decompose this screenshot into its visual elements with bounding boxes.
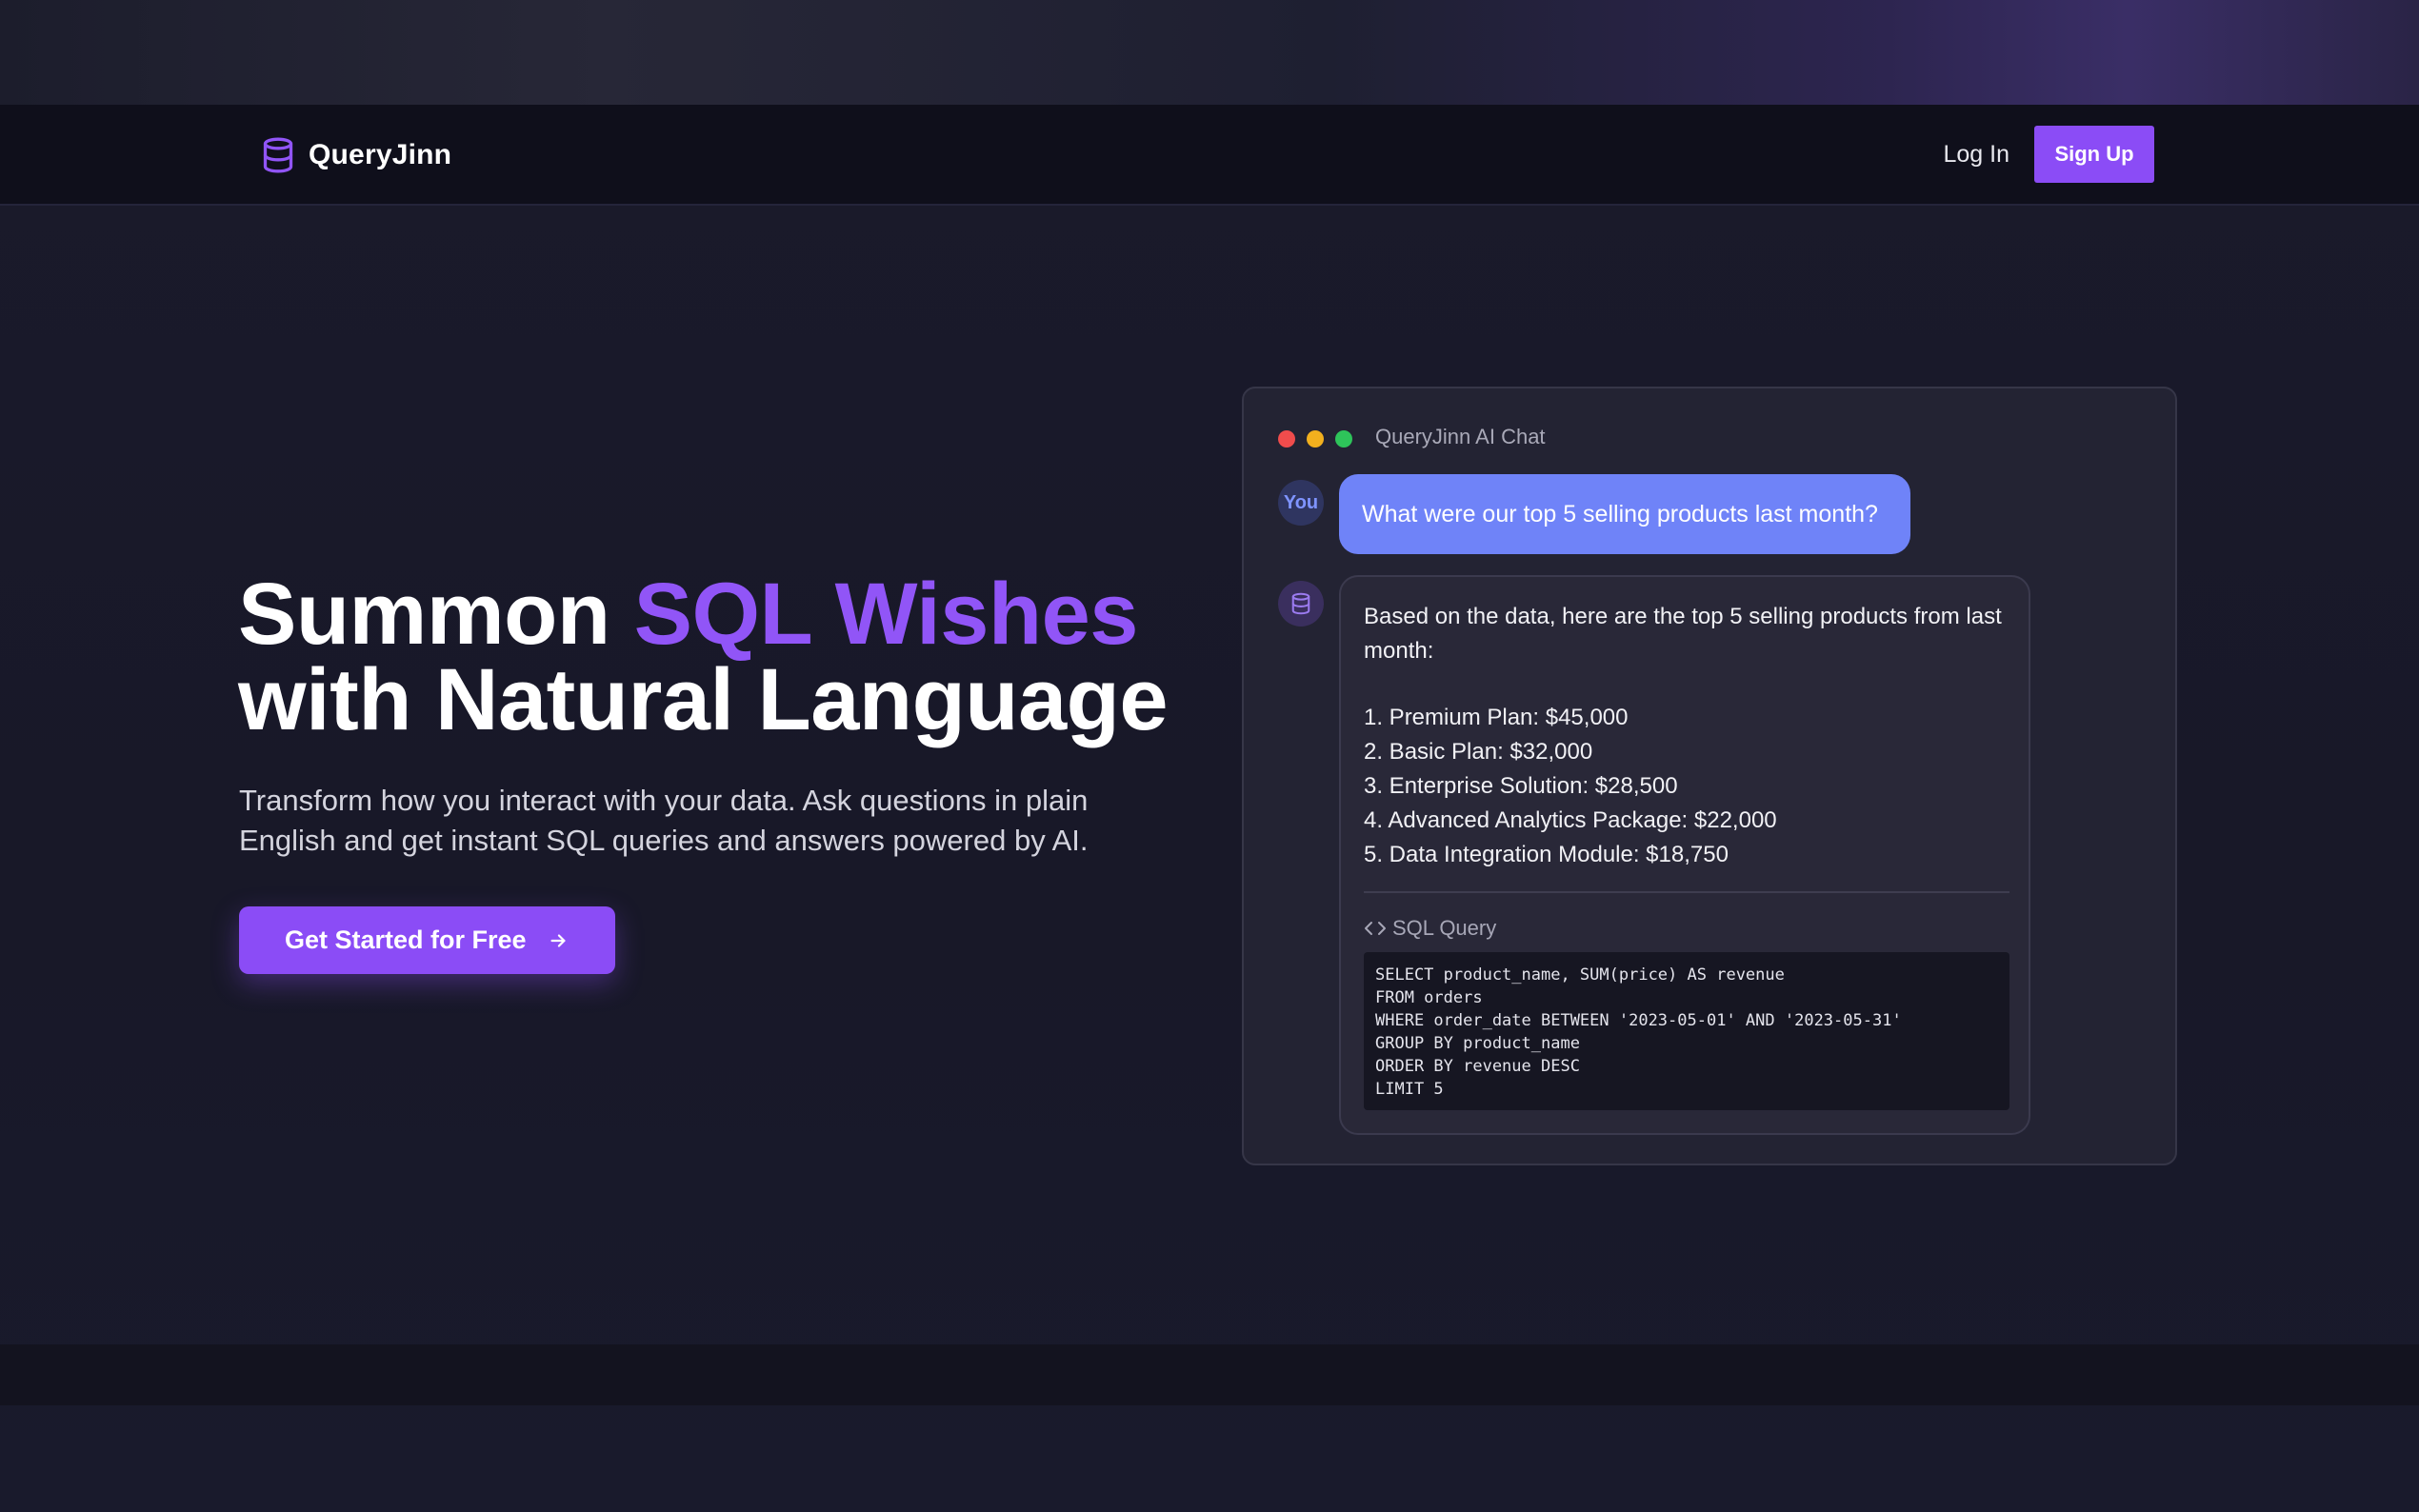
code-line: ORDER BY revenue DESC xyxy=(1375,1057,1580,1076)
hero-title-part1: Summon xyxy=(238,566,634,663)
list-item: 1. Premium Plan: $45,000 xyxy=(1364,705,1629,730)
list-item: 4. Advanced Analytics Package: $22,000 xyxy=(1364,807,1777,833)
bot-intro-text: Based on the data, here are the top 5 se… xyxy=(1364,604,2002,664)
hero-title-accent: SQL Wishes xyxy=(633,566,1139,663)
bot-message-bubble: Based on the data, here are the top 5 se… xyxy=(1339,575,2030,1135)
maximize-dot xyxy=(1335,430,1352,448)
code-icon xyxy=(1365,922,1386,935)
sql-code-block: SELECT product_name, SUM(price) AS reven… xyxy=(1364,952,2009,1110)
sql-query-label: SQL Query xyxy=(1364,916,1496,941)
list-item: 5. Data Integration Module: $18,750 xyxy=(1364,842,1729,867)
divider xyxy=(1364,891,2009,893)
database-icon xyxy=(1291,592,1310,615)
chat-window-title: QueryJinn AI Chat xyxy=(1375,425,1546,448)
window-controls xyxy=(1278,430,1352,448)
code-line: LIMIT 5 xyxy=(1375,1080,1444,1099)
list-item: 3. Enterprise Solution: $28,500 xyxy=(1364,773,1678,799)
footer-band xyxy=(0,1344,2419,1405)
login-link[interactable]: Log In xyxy=(1943,141,2009,169)
get-started-button[interactable]: Get Started for Free xyxy=(239,906,615,974)
nav-actions: Log In Sign Up xyxy=(1943,126,2154,183)
hero-subtitle: Transform how you interact with your dat… xyxy=(239,784,1089,857)
top-gradient-strip xyxy=(0,0,2419,105)
code-line: FROM orders xyxy=(1375,988,1483,1007)
bot-avatar xyxy=(1278,581,1324,627)
user-message-bubble: What were our top 5 selling products las… xyxy=(1339,474,1910,554)
chat-preview-window: QueryJinn AI Chat You What were our top … xyxy=(1242,387,2177,1165)
landing-page: QueryJinn Log In Sign Up Summon SQL Wish… xyxy=(0,0,2419,1512)
list-item: 2. Basic Plan: $32,000 xyxy=(1364,739,1593,765)
navbar: QueryJinn Log In Sign Up xyxy=(0,105,2419,206)
arrow-right-icon xyxy=(550,933,566,947)
sql-query-label-text: SQL Query xyxy=(1392,916,1497,940)
hero-title-part2: with Natural Language xyxy=(238,651,1169,748)
user-avatar: You xyxy=(1278,480,1324,526)
code-line: GROUP BY product_name xyxy=(1375,1034,1580,1053)
database-icon xyxy=(263,137,293,173)
brand-logo[interactable]: QueryJinn xyxy=(261,135,451,175)
minimize-dot xyxy=(1307,430,1324,448)
product-list: 1. Premium Plan: $45,000 2. Basic Plan: … xyxy=(1364,701,1777,872)
signup-button[interactable]: Sign Up xyxy=(2034,126,2154,183)
code-line: WHERE order_date BETWEEN '2023-05-01' AN… xyxy=(1375,1011,1902,1030)
hero-title: Summon SQL Wishes with Natural Language xyxy=(238,570,1229,744)
close-dot xyxy=(1278,430,1295,448)
get-started-label: Get Started for Free xyxy=(285,925,527,954)
brand-name: QueryJinn xyxy=(309,139,452,170)
code-line: SELECT product_name, SUM(price) AS reven… xyxy=(1375,965,1785,985)
